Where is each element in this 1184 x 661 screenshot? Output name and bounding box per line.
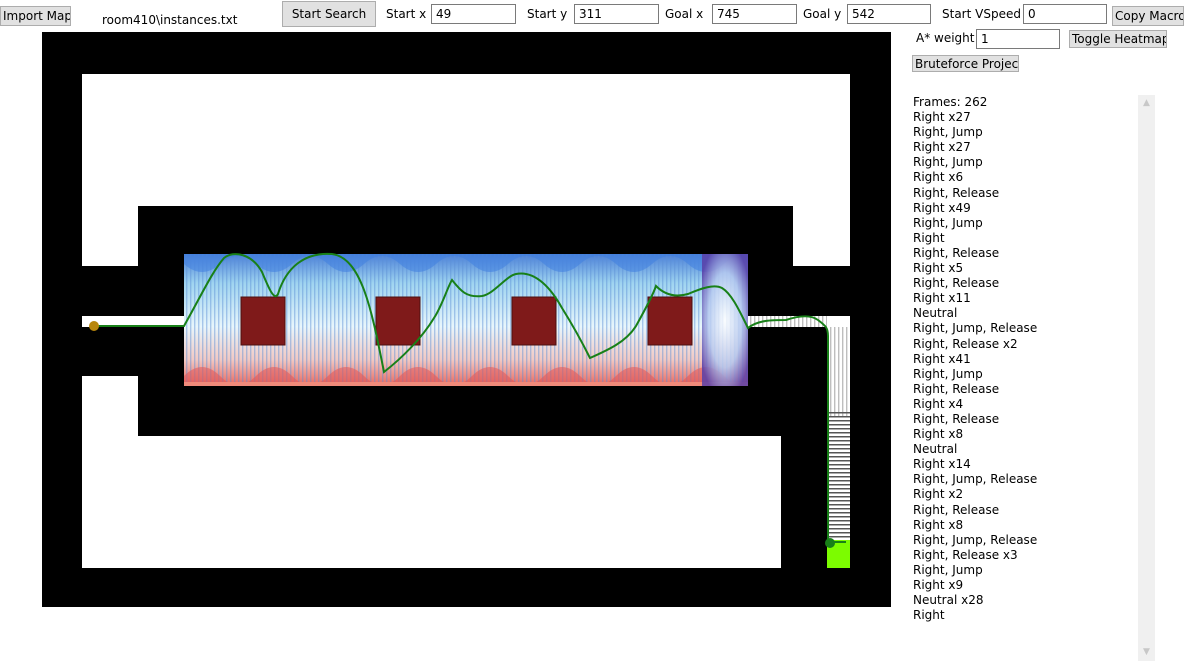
map-canvas[interactable]	[42, 32, 891, 607]
macro-item: Right x9	[913, 578, 964, 592]
macro-list[interactable]: Frames: 262 Right x27 Right, Jump Right x27…	[908, 95, 1136, 655]
macro-item: Frames: 262	[913, 95, 988, 109]
macro-item: Right, Release	[913, 185, 1000, 200]
macro-item: Neutral	[913, 442, 958, 457]
map-filename: room410\instances.txt	[102, 13, 238, 27]
macro-item: Right, Release	[913, 245, 1000, 260]
macro-scrollbar[interactable]: ▲ ▼	[1138, 95, 1155, 661]
macro-item: Right x49	[913, 200, 971, 215]
macro-item: Right, Jump	[913, 215, 983, 230]
goal-y-input[interactable]	[847, 4, 931, 24]
macro-item: Right x6	[913, 170, 964, 185]
macro-item: Right x8	[913, 427, 964, 442]
macro-item: Right x14	[913, 457, 971, 472]
macro-item: Right x8	[913, 517, 964, 532]
macro-item: Right x11	[913, 291, 971, 306]
copy-macro-button[interactable]: Copy Macro	[1112, 6, 1184, 26]
macro-item: Right x27	[913, 110, 971, 125]
macro-item: Right x5	[913, 261, 964, 276]
macro-item: Right, Release	[913, 276, 1000, 291]
macro-item: Right, Jump, Release	[913, 532, 1038, 547]
start-y-label: Start y	[527, 7, 568, 21]
macro-item: Right, Release x2	[913, 336, 1018, 351]
toggle-heatmap-button[interactable]: Toggle Heatmap	[1069, 30, 1167, 48]
macro-item: Right x27	[913, 140, 971, 155]
start-search-button[interactable]: Start Search	[282, 1, 376, 27]
macro-item: Right	[913, 608, 945, 623]
macro-item: Right, Jump	[913, 155, 983, 170]
scroll-down-icon[interactable]: ▼	[1138, 644, 1155, 661]
macro-item: Right	[913, 230, 945, 245]
goal-x-label: Goal x	[665, 7, 704, 21]
macro-item: Right x4	[913, 396, 964, 411]
macro-item: Neutral x28	[913, 593, 984, 608]
macro-item: Right, Release	[913, 381, 1000, 396]
macro-item: Neutral	[913, 306, 958, 321]
scroll-up-icon[interactable]: ▲	[1138, 95, 1155, 112]
macro-item: Right, Jump	[913, 562, 983, 577]
macro-item: Right, Jump	[913, 125, 983, 140]
macro-item: Right x2	[913, 487, 964, 502]
start-x-label: Start x	[386, 7, 427, 21]
macro-item: Right x41	[913, 351, 971, 366]
goal-x-input[interactable]	[712, 4, 797, 24]
macro-item: Right, Jump, Release	[913, 321, 1038, 336]
macro-item: Right, Release	[913, 502, 1000, 517]
astar-weight-input[interactable]	[976, 29, 1060, 49]
start-vspeed-label: Start VSpeed	[942, 7, 1021, 21]
start-x-input[interactable]	[431, 4, 516, 24]
macro-item: Right, Release x3	[913, 547, 1018, 562]
start-marker	[89, 321, 99, 331]
bruteforce-project-button[interactable]: Bruteforce Project	[912, 55, 1019, 72]
start-vspeed-input[interactable]	[1023, 4, 1107, 24]
goal-y-label: Goal y	[803, 7, 842, 21]
import-map-button[interactable]: Import Map	[0, 6, 71, 26]
start-y-input[interactable]	[574, 4, 659, 24]
goal-marker	[825, 538, 835, 548]
macro-item: Right, Jump	[913, 366, 983, 381]
macro-item: Right, Jump, Release	[913, 472, 1038, 487]
macro-item: Right, Release	[913, 411, 1000, 426]
astar-weight-label: A* weight	[916, 31, 975, 45]
